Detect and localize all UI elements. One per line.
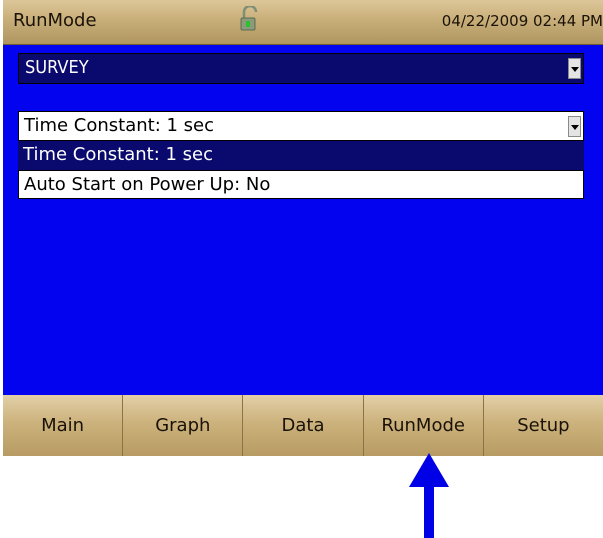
up-arrow-pointer-icon — [409, 453, 449, 538]
settings-options-list: Time Constant: 1 sec Auto Start on Power… — [18, 141, 584, 199]
device-screen: RunMode 04/22/2009 02:44 PM SURVEY Time … — [3, 0, 603, 456]
option-time-constant[interactable]: Time Constant: 1 sec — [18, 141, 584, 170]
dropdown-arrow-icon[interactable] — [568, 58, 581, 79]
unlocked-padlock-icon[interactable] — [239, 6, 261, 32]
page-title: RunMode — [13, 10, 97, 31]
tab-data[interactable]: Data — [243, 395, 364, 456]
settings-dropdown[interactable]: Time Constant: 1 sec — [18, 111, 584, 141]
tab-graph[interactable]: Graph — [123, 395, 244, 456]
date-time-display: 04/22/2009 02:44 PM — [441, 12, 603, 30]
tab-runmode[interactable]: RunMode — [363, 395, 484, 456]
tab-main[interactable]: Main — [3, 395, 124, 456]
tab-setup[interactable]: Setup — [483, 395, 603, 456]
dropdown-arrow-icon[interactable] — [568, 116, 581, 137]
mode-dropdown[interactable]: SURVEY — [18, 53, 584, 84]
bottom-tab-bar: Main Graph Data RunMode Setup — [3, 395, 603, 456]
runmode-panel: SURVEY Time Constant: 1 sec Time Constan… — [3, 45, 603, 395]
mode-dropdown-value: SURVEY — [25, 57, 89, 78]
option-auto-start[interactable]: Auto Start on Power Up: No — [18, 170, 584, 199]
title-bar: RunMode 04/22/2009 02:44 PM — [3, 0, 603, 45]
settings-dropdown-value: Time Constant: 1 sec — [24, 115, 215, 136]
